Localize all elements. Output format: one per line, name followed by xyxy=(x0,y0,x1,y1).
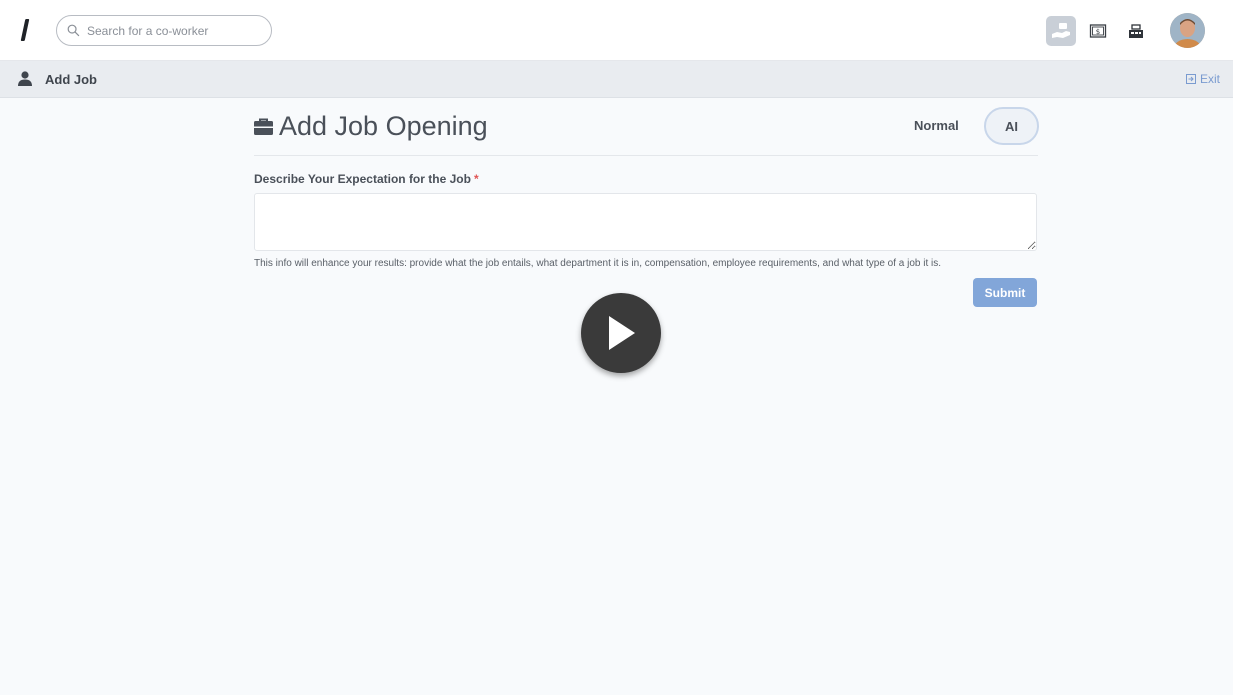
user-icon xyxy=(18,71,32,86)
job-expectation-textarea[interactable] xyxy=(254,193,1037,251)
dollar-bill-icon: $ xyxy=(1089,24,1107,38)
user-avatar[interactable] xyxy=(1170,13,1205,48)
search-icon xyxy=(67,24,80,37)
hand-money-button[interactable] xyxy=(1046,16,1076,46)
page-title: Add Job Opening xyxy=(254,111,488,142)
subheader-title: Add Job xyxy=(45,72,97,87)
job-expectation-label: Describe Your Expectation for the Job * xyxy=(254,172,479,186)
cash-register-button[interactable] xyxy=(1121,16,1151,46)
job-expectation-label-text: Describe Your Expectation for the Job xyxy=(254,172,471,186)
play-icon xyxy=(609,316,635,350)
page-subheader: Add Job Exit xyxy=(0,61,1233,98)
coworker-search[interactable] xyxy=(56,15,272,46)
briefcase-icon xyxy=(254,118,273,135)
search-input[interactable] xyxy=(87,23,257,38)
exit-label[interactable]: Exit xyxy=(1200,72,1220,86)
profile-photo xyxy=(1170,13,1205,48)
svg-text:$: $ xyxy=(1096,28,1100,36)
cash-register-icon xyxy=(1129,24,1143,38)
mode-ai-toggle[interactable]: AI xyxy=(984,107,1039,145)
exit-icon xyxy=(1185,74,1196,84)
top-navigation-bar: $ xyxy=(0,0,1233,61)
add-job-form: Add Job Opening Normal AI Describe Your … xyxy=(254,100,1039,307)
submit-button[interactable]: Submit xyxy=(973,278,1037,307)
play-video-button[interactable] xyxy=(581,293,661,373)
app-logo[interactable] xyxy=(20,17,32,43)
payroll-button[interactable]: $ xyxy=(1083,16,1113,46)
form-header: Add Job Opening Normal AI xyxy=(254,100,1039,156)
required-marker: * xyxy=(473,172,479,186)
field-help-text: This info will enhance your results: pro… xyxy=(254,258,942,269)
page-title-text: Add Job Opening xyxy=(279,111,488,141)
exit-link[interactable]: Exit xyxy=(1185,72,1220,86)
hand-money-icon xyxy=(1052,23,1070,38)
mode-normal-toggle[interactable]: Normal xyxy=(914,118,959,133)
